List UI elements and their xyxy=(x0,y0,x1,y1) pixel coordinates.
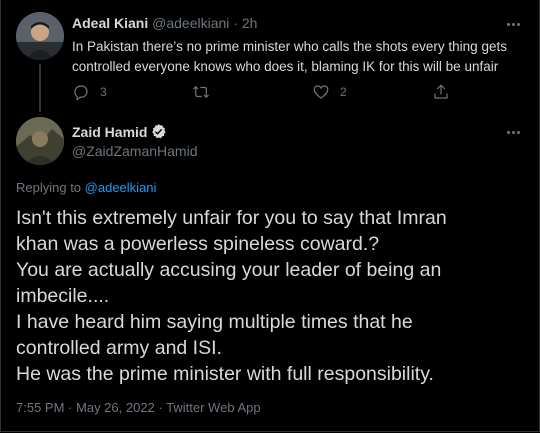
author-name[interactable]: Adeal Kiani xyxy=(72,15,148,31)
like-count: 2 xyxy=(340,85,347,99)
author-name[interactable]: Zaid Hamid xyxy=(72,124,147,140)
like-icon xyxy=(313,85,329,99)
replying-to-link[interactable]: @adeelkiani xyxy=(85,180,157,195)
more-icon[interactable] xyxy=(506,124,522,140)
main-tweet-text: Isn't this extremely unfair for you to s… xyxy=(16,205,528,387)
tweet-text-line: He was the prime minister with full resp… xyxy=(16,363,434,385)
main-author-name-row: Zaid Hamid xyxy=(72,123,167,140)
tweet-text-line: controlled everyone knows who does it, b… xyxy=(72,59,499,74)
retweet-button[interactable] xyxy=(192,82,220,102)
replying-to-line: Replying to @adeelkiani xyxy=(16,180,156,195)
tweet-time-ago[interactable]: 2h xyxy=(242,15,258,31)
thread-connector-line xyxy=(39,64,41,112)
parent-tweet[interactable]: Adeal Kiani @adeelkiani · 2h In Pakistan… xyxy=(0,0,540,112)
like-button[interactable]: 2 xyxy=(312,82,347,102)
separator-dot: · xyxy=(233,15,238,31)
tweet-metadata: 7:55 PM · May 26, 2022 · Twitter Web App xyxy=(16,400,261,415)
share-button[interactable] xyxy=(432,82,450,102)
share-icon xyxy=(434,84,448,99)
parent-tweet-text: In Pakistan there’s no prime minister wh… xyxy=(72,37,522,77)
tweet-text-line: khan was a powerless spineless coward.? xyxy=(16,233,380,255)
tweet-actions: 3 2 xyxy=(72,82,452,102)
tweet-source[interactable]: Twitter Web App xyxy=(166,400,260,415)
avatar[interactable] xyxy=(16,12,64,60)
avatar-image xyxy=(16,12,64,60)
parent-tweet-header: Adeal Kiani @adeelkiani · 2h xyxy=(72,15,257,31)
author-handle[interactable]: @adeelkiani xyxy=(152,15,229,31)
tweet-text-line: controlled army and ISI. xyxy=(16,337,222,359)
avatar-image xyxy=(16,117,64,165)
tweet-text-line: imbecile.... xyxy=(16,285,110,307)
separator-dot: · xyxy=(158,400,163,415)
reply-icon xyxy=(74,85,88,101)
tweet-date[interactable]: May 26, 2022 xyxy=(76,400,155,415)
reply-count: 3 xyxy=(100,85,107,99)
verified-badge-icon xyxy=(152,124,167,139)
more-icon[interactable] xyxy=(506,16,522,32)
separator-dot: · xyxy=(68,400,73,415)
tweet-text-line: Isn't this extremely unfair for you to s… xyxy=(16,207,447,229)
tweet-text-line: In Pakistan there’s no prime minister wh… xyxy=(72,39,507,54)
tweet-text-line: I have heard him saying multiple times t… xyxy=(16,311,413,333)
author-handle[interactable]: @ZaidZamanHamid xyxy=(72,143,197,159)
retweet-icon xyxy=(193,85,209,99)
reply-button[interactable]: 3 xyxy=(72,82,107,102)
tweet-text-line: You are actually accusing your leader of… xyxy=(16,259,442,281)
avatar[interactable] xyxy=(16,117,64,165)
tweet-time[interactable]: 7:55 PM xyxy=(16,400,64,415)
replying-to-label: Replying to xyxy=(16,180,82,195)
